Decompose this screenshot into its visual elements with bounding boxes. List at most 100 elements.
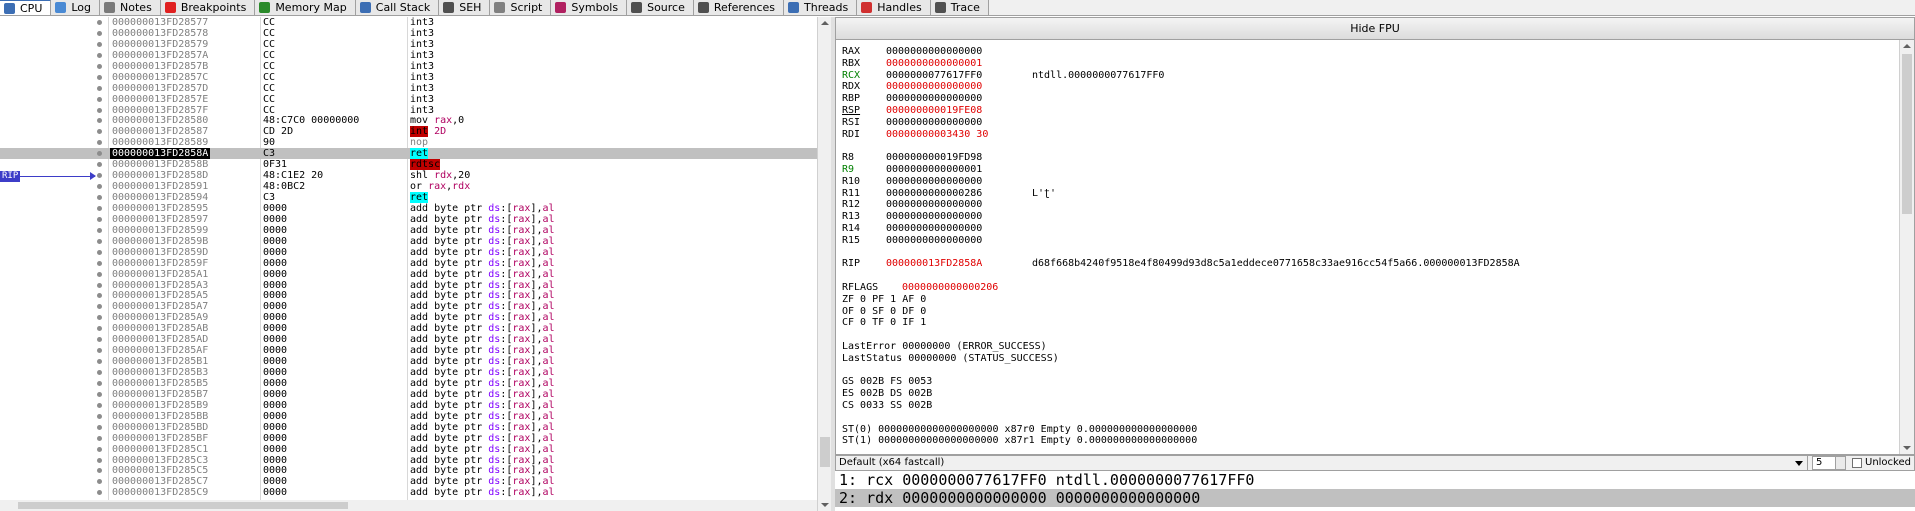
register-value[interactable]: 0000000000000001 — [886, 58, 982, 70]
breakpoint-dot-icon[interactable] — [97, 435, 102, 441]
breakpoint-dot-icon[interactable] — [97, 359, 102, 365]
breakpoint-dot-icon[interactable] — [97, 184, 102, 190]
tab-cpu[interactable]: CPU — [0, 0, 52, 15]
breakpoint-dot-icon[interactable] — [97, 348, 102, 354]
register-value[interactable]: 0000000000000000 — [886, 117, 982, 129]
disasm-row[interactable]: 000000013FD28579 CC int3 — [0, 39, 817, 50]
unlocked-checkbox[interactable]: Unlocked — [1852, 457, 1911, 468]
segment-row[interactable]: CS 0033 SS 002B — [842, 400, 1892, 412]
disasm-row[interactable]: 000000013FD285B5 0000 add byte ptr ds:[rax… — [0, 378, 817, 389]
scroll-thumb[interactable] — [1902, 54, 1912, 214]
disasm-row[interactable]: 000000013FD2857F CC int3 — [0, 105, 817, 116]
register-row[interactable]: R14 0000000000000000 — [842, 223, 1892, 235]
disasm-row[interactable]: 000000013FD285C1 0000 add byte ptr ds:[rax… — [0, 444, 817, 455]
disasm-row[interactable]: 000000013FD285C5 0000 add byte ptr ds:[rax… — [0, 465, 817, 476]
tab-script[interactable]: Script — [490, 0, 552, 15]
disasm-row[interactable]: 000000013FD285AF 0000 add byte ptr ds:[rax… — [0, 345, 817, 356]
disasm-row[interactable]: 000000013FD285BB 0000 add byte ptr ds:[rax… — [0, 411, 817, 422]
breakpoint-dot-icon[interactable] — [97, 216, 102, 222]
calling-convention-select[interactable]: Default (x64 fastcall) — [836, 456, 1808, 470]
breakpoint-dot-icon[interactable] — [97, 315, 102, 321]
disasm-row[interactable]: 000000013FD285C7 0000 add byte ptr ds:[rax… — [0, 476, 817, 487]
breakpoint-dot-icon[interactable] — [97, 391, 102, 397]
disasm-row[interactable]: 000000013FD285C3 0000 add byte ptr ds:[rax… — [0, 455, 817, 466]
breakpoint-dot-icon[interactable] — [97, 293, 102, 299]
scroll-thumb[interactable] — [18, 502, 348, 509]
register-row[interactable]: R11 0000000000000286 L'ʈ' — [842, 188, 1892, 200]
disasm-row[interactable]: 000000013FD2857C CC int3 — [0, 72, 817, 83]
disasm-row[interactable]: 000000013FD2857A CC int3 — [0, 50, 817, 61]
breakpoint-dot-icon[interactable] — [97, 457, 102, 463]
tab-references[interactable]: References — [693, 0, 784, 15]
disasm-row[interactable]: 000000013FD285B7 0000 add byte ptr ds:[rax… — [0, 389, 817, 400]
register-row[interactable]: RBP 0000000000000000 — [842, 93, 1892, 105]
tab-symbols[interactable]: Symbols — [551, 0, 628, 15]
disassembly-hscrollbar[interactable] — [0, 500, 817, 511]
disasm-row[interactable]: 000000013FD285AB 0000 add byte ptr ds:[rax… — [0, 323, 817, 334]
breakpoint-dot-icon[interactable] — [97, 107, 102, 113]
tab-log[interactable]: Log — [51, 0, 101, 15]
breakpoint-dot-icon[interactable] — [97, 413, 102, 419]
register-row[interactable]: R9 0000000000000001 — [842, 164, 1892, 176]
disasm-row[interactable]: 000000013FD285C9 0000 add byte ptr ds:[rax… — [0, 487, 817, 498]
tab-trace[interactable]: Trace — [930, 0, 989, 15]
breakpoint-dot-icon[interactable] — [97, 30, 102, 36]
register-value[interactable]: 0000000000000000 — [886, 235, 982, 247]
flags-row[interactable]: OF 0 SF 0 DF 0 — [842, 306, 1892, 318]
fpu-row[interactable]: ST(0) 00000000000000000000 x87r0 Empty 0… — [842, 424, 1892, 436]
disasm-row[interactable]: 000000013FD2858D 48:C1E2 20 shl rdx,20 — [0, 170, 817, 181]
segment-row[interactable]: GS 002B FS 0053 — [842, 376, 1892, 388]
breakpoint-dot-icon[interactable] — [97, 380, 102, 386]
disasm-row[interactable]: 000000013FD285A1 0000 add byte ptr ds:[rax… — [0, 269, 817, 280]
tab-seh[interactable]: SEH — [439, 0, 491, 15]
disassembly-vscrollbar[interactable] — [817, 17, 831, 511]
flags-row[interactable]: CF 0 TF 0 IF 1 — [842, 317, 1892, 329]
register-row[interactable]: RBX 0000000000000001 — [842, 58, 1892, 70]
breakpoint-dot-icon[interactable] — [97, 140, 102, 146]
register-value[interactable]: 0000000000000000 — [886, 93, 982, 105]
disasm-row[interactable]: 000000013FD2857D CC int3 — [0, 83, 817, 94]
breakpoint-dot-icon[interactable] — [97, 326, 102, 332]
register-row[interactable]: RCX 0000000077617FF0 ntdll.0000000077617FF… — [842, 70, 1892, 82]
disasm-row[interactable]: 000000013FD28599 0000 add byte ptr ds:[rax… — [0, 225, 817, 236]
disasm-row[interactable]: 000000013FD285BD 0000 add byte ptr ds:[rax… — [0, 422, 817, 433]
scroll-thumb[interactable] — [820, 437, 830, 467]
register-row[interactable]: R10 0000000000000000 — [842, 176, 1892, 188]
breakpoint-dot-icon[interactable] — [97, 118, 102, 124]
disasm-row[interactable]: 000000013FD285A3 0000 add byte ptr ds:[rax… — [0, 280, 817, 291]
register-row[interactable]: R13 0000000000000000 — [842, 211, 1892, 223]
disasm-row[interactable]: 000000013FD285B9 0000 add byte ptr ds:[rax… — [0, 400, 817, 411]
tab-memory-map[interactable]: Memory Map — [255, 0, 356, 15]
disasm-row[interactable]: 000000013FD285A7 0000 add byte ptr ds:[rax… — [0, 301, 817, 312]
breakpoint-dot-icon[interactable] — [97, 96, 102, 102]
breakpoint-dot-icon[interactable] — [97, 271, 102, 277]
register-value[interactable]: 0000000000000001 — [886, 164, 982, 176]
register-value[interactable]: 0000000000000000 — [886, 176, 982, 188]
tab-source[interactable]: Source — [627, 0, 694, 15]
arguments-list[interactable]: 1: rcx 0000000077617FF0 ntdll.0000000077… — [835, 471, 1915, 511]
disasm-row[interactable]: 000000013FD285A9 0000 add byte ptr ds:[rax… — [0, 312, 817, 323]
spin-arrows-icon[interactable] — [1835, 457, 1845, 469]
tab-threads[interactable]: Threads — [784, 0, 858, 15]
breakpoint-dot-icon[interactable] — [97, 402, 102, 408]
register-value[interactable]: 0000000000000206 — [902, 282, 998, 294]
disasm-row[interactable]: 000000013FD285BF 0000 add byte ptr ds:[rax… — [0, 433, 817, 444]
breakpoint-dot-icon[interactable] — [97, 249, 102, 255]
breakpoint-dot-icon[interactable] — [97, 282, 102, 288]
tab-handles[interactable]: Handles — [857, 0, 931, 15]
argument-count-spinbox[interactable]: 5 — [1812, 456, 1846, 470]
disasm-row[interactable]: 000000013FD2859B 0000 add byte ptr ds:[rax… — [0, 236, 817, 247]
register-row[interactable]: RSP 000000000019FE08 — [842, 105, 1892, 117]
breakpoint-dot-icon[interactable] — [97, 63, 102, 69]
tab-breakpoints[interactable]: Breakpoints — [160, 0, 256, 15]
registers-scrollbar[interactable] — [1899, 40, 1914, 454]
scroll-up-icon[interactable] — [1903, 44, 1911, 48]
register-row[interactable]: R8 000000000019FD98 — [842, 152, 1892, 164]
registers-pane[interactable]: Hide FPU RAX 0000000000000000 RBX 000000000… — [835, 17, 1915, 455]
register-value[interactable]: 0000000000000000 — [886, 81, 982, 93]
register-value[interactable]: 0000000000000000 — [886, 223, 982, 235]
breakpoint-dot-icon[interactable] — [97, 479, 102, 485]
argument-row[interactable]: 2: rdx 0000000000000000 0000000000000000 — [835, 489, 1915, 507]
disasm-row[interactable]: 000000013FD28589 90 nop — [0, 137, 817, 148]
segment-row[interactable]: ES 002B DS 002B — [842, 388, 1892, 400]
